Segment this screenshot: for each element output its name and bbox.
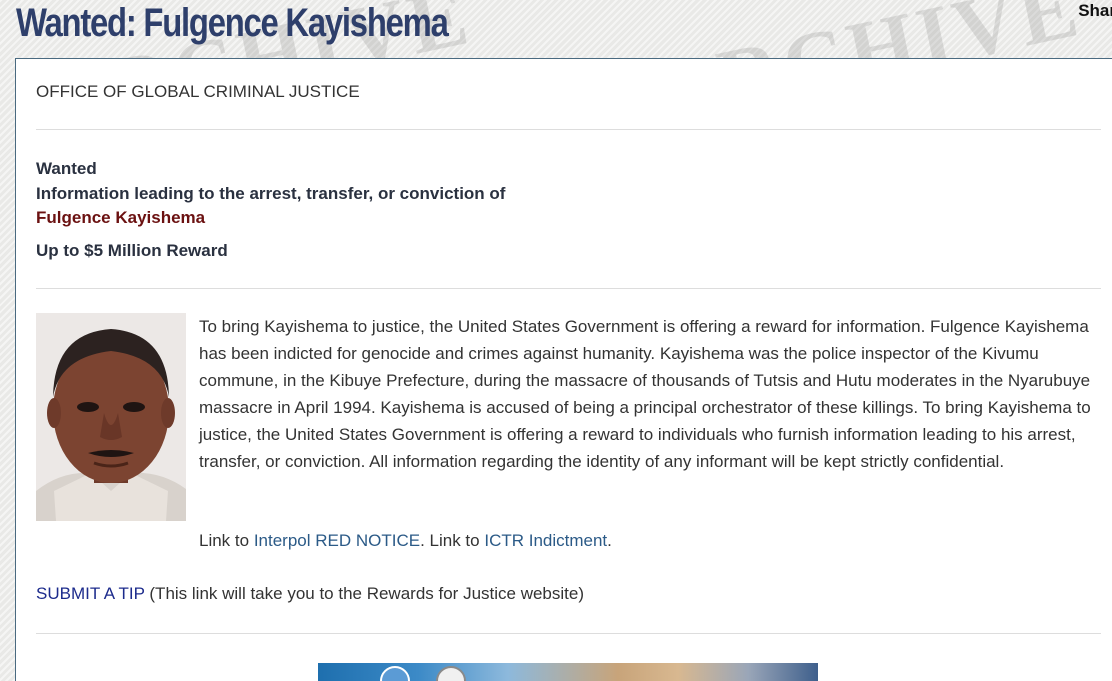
ictr-indictment-link[interactable]: ICTR Indictment bbox=[484, 531, 607, 550]
share-button[interactable]: Shar bbox=[1078, 1, 1112, 21]
rewards-banner-image[interactable] bbox=[318, 663, 818, 681]
office-name: OFFICE OF GLOBAL CRIMINAL JUSTICE bbox=[36, 82, 360, 101]
divider bbox=[36, 288, 1101, 289]
link-separator: . Link to bbox=[420, 531, 485, 550]
interpol-red-notice-link[interactable]: Interpol RED NOTICE bbox=[254, 531, 420, 550]
divider bbox=[36, 129, 1101, 130]
submit-tip-note: (This link will take you to the Rewards … bbox=[144, 584, 584, 603]
portrait-illustration bbox=[36, 313, 186, 521]
suspect-photo bbox=[36, 313, 186, 521]
un-emblem-icon bbox=[380, 666, 410, 681]
submit-tip-line: SUBMIT A TIP (This link will take you to… bbox=[36, 584, 584, 604]
divider bbox=[36, 633, 1101, 634]
reference-links: Link to Interpol RED NOTICE. Link to ICT… bbox=[199, 531, 612, 551]
wanted-block: Wanted Information leading to the arrest… bbox=[36, 157, 505, 231]
link-suffix: . bbox=[607, 531, 612, 550]
reward-amount: Up to $5 Million Reward bbox=[36, 241, 228, 260]
submit-tip-link[interactable]: SUBMIT A TIP bbox=[36, 584, 145, 603]
wanted-label: Wanted bbox=[36, 159, 97, 178]
link-prefix: Link to bbox=[199, 531, 254, 550]
page-title: Wanted: Fulgence Kayishema bbox=[16, 1, 449, 45]
content-card: OFFICE OF GLOBAL CRIMINAL JUSTICE Wanted… bbox=[15, 58, 1112, 681]
wanted-info-line: Information leading to the arrest, trans… bbox=[36, 183, 506, 203]
wanted-person-name: Fulgence Kayishema bbox=[36, 208, 206, 227]
government-seal-icon bbox=[436, 666, 466, 681]
description-paragraph: To bring Kayishema to justice, the Unite… bbox=[199, 317, 1091, 471]
